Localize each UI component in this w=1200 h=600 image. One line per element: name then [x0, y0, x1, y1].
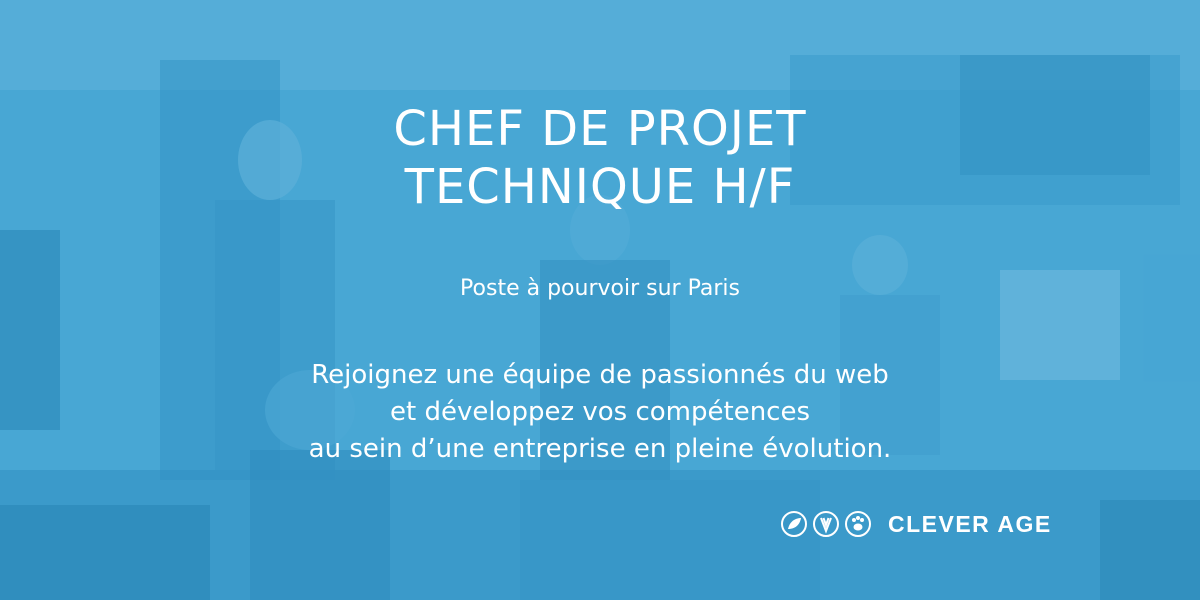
clever-age-logo: CLEVER AGE: [780, 504, 1052, 544]
location-subtitle: Poste à pourvoir sur Paris: [460, 276, 740, 301]
description-line-1: Rejoignez une équipe de passionnés du we…: [311, 360, 889, 390]
job-banner: CHEF DE PROJET TECHNIQUE H/F Poste à pou…: [0, 0, 1200, 600]
paw-badge-icon: [845, 511, 871, 537]
description-text: Rejoignez une équipe de passionnés du we…: [0, 357, 1200, 468]
wheat-badge-icon: [813, 511, 839, 537]
job-title-line-2: TECHNIQUE H/F: [404, 159, 796, 215]
description-line-2: et développez vos compétences: [389, 397, 811, 427]
job-title: CHEF DE PROJET TECHNIQUE H/F: [0, 100, 1200, 216]
description-line-3: au sein d’une entreprise en pleine évolu…: [308, 434, 892, 464]
job-title-line-1: CHEF DE PROJET: [393, 101, 807, 157]
leaf-badge-icon: [781, 511, 807, 537]
logo-text: CLEVER AGE: [888, 510, 1052, 537]
